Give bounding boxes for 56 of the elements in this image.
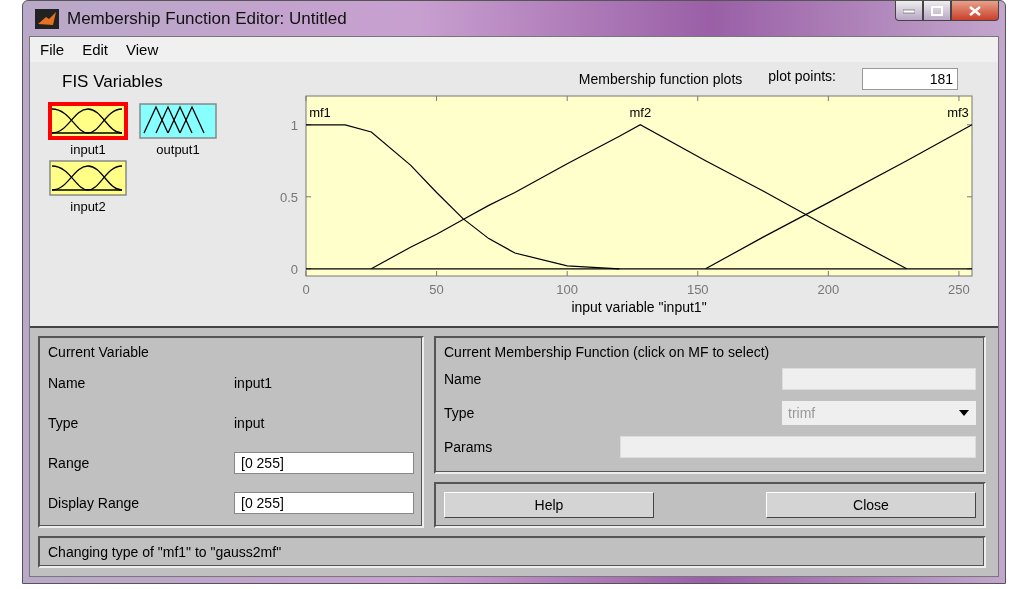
field-label: plot points: [768, 68, 836, 84]
x-tick-label: 150 [686, 282, 709, 297]
variable-icon[interactable] [48, 102, 128, 142]
maximize-icon [931, 5, 943, 16]
membership-curve[interactable] [370, 124, 908, 270]
field-label: Name [48, 375, 87, 391]
membership-curve[interactable] [705, 124, 973, 270]
y-tick-label: 1 [290, 117, 298, 133]
plot-points-field[interactable]: 181 [862, 68, 958, 90]
input-field[interactable]: [0 255] [234, 452, 414, 474]
window-title: Membership Function Editor: Untitled [67, 8, 347, 29]
variable-icon[interactable] [48, 159, 128, 199]
panel-title: Current Variable [48, 344, 150, 360]
x-tick-label: 200 [817, 282, 840, 297]
field-label: Type [444, 405, 476, 421]
input-field[interactable] [782, 368, 976, 390]
panel-title: Current Membership Function (click on MF to select) [444, 344, 771, 360]
menu-item[interactable]: File [40, 41, 65, 58]
curve-label: mf1 [309, 104, 331, 120]
status-message: Changing type of "mf1" to "gauss2mf" [48, 544, 283, 560]
curve-label: mf2 [629, 104, 652, 120]
section-title: FIS Variables [62, 72, 164, 92]
x-tick-label: 0 [302, 282, 310, 297]
y-tick-label: 0.5 [279, 189, 298, 205]
minimize-button[interactable] [895, 1, 923, 21]
dialog-button[interactable]: Close [766, 492, 976, 518]
close-button[interactable] [951, 1, 999, 21]
curve-label: mf3 [947, 104, 969, 120]
field-label: Range [48, 455, 91, 471]
dropdown-caret-icon [958, 409, 970, 417]
x-tick-label: 100 [556, 282, 579, 297]
input-field[interactable]: [0 255] [234, 492, 414, 514]
minimize-icon [903, 7, 915, 14]
field-label: Display Range [48, 495, 141, 511]
field-label: Name [444, 371, 483, 387]
x-tick-label: 250 [948, 282, 970, 297]
variable-icon[interactable] [138, 102, 218, 142]
variable-label: input1 [70, 142, 106, 157]
menu-item[interactable]: Edit [82, 41, 109, 58]
field-label: Type [48, 415, 80, 431]
membership-curve[interactable] [305, 124, 620, 270]
plot-title: Membership function plots [578, 71, 743, 87]
x-axis-label: input variable "input1" [571, 299, 707, 315]
input-field[interactable] [620, 436, 976, 458]
variable-label: input2 [70, 199, 106, 214]
maximize-button[interactable] [923, 1, 951, 21]
app-logo-icon [35, 8, 59, 29]
field-value: input1 [234, 375, 274, 391]
variable-label: output1 [156, 142, 200, 157]
field-label: Params [444, 439, 494, 455]
dialog-button[interactable]: Help [444, 492, 654, 518]
close-icon [969, 5, 981, 16]
menu-item[interactable]: View [126, 41, 159, 58]
y-tick-label: 0 [290, 261, 298, 277]
field-value: input [234, 415, 266, 431]
x-tick-label: 50 [429, 282, 444, 297]
